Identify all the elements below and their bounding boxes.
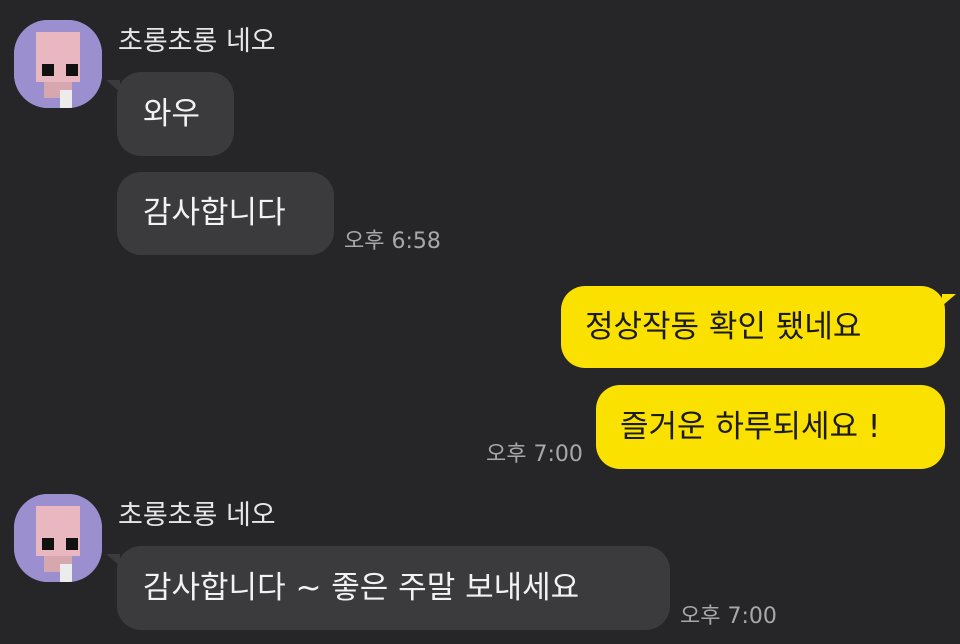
sender-avatar-icon[interactable] bbox=[14, 494, 102, 582]
message-bubble[interactable]: 정상작동 확인 됐네요 bbox=[561, 286, 956, 368]
message-bubble[interactable]: 감사합니다 bbox=[117, 172, 334, 255]
sender-name: 초롱초롱 네오 bbox=[118, 500, 276, 531]
sender-name: 초롱초롱 네오 bbox=[118, 26, 276, 57]
message-timestamp: 오후 7:00 bbox=[486, 442, 583, 467]
message-bubble[interactable]: 즐거운 하루되세요 ! bbox=[596, 385, 945, 469]
message-timestamp: 오후 7:00 bbox=[680, 604, 777, 629]
message-text: 와우 bbox=[143, 95, 201, 132]
message-timestamp: 오후 6:58 bbox=[344, 229, 441, 254]
message-text: 즐거운 하루되세요 ! bbox=[620, 408, 881, 445]
message-bubble[interactable]: 와우 bbox=[106, 72, 234, 156]
message-text: 정상작동 확인 됐네요 bbox=[585, 308, 862, 345]
message-text: 감사합니다 bbox=[143, 195, 286, 231]
message-text: 감사합니다 ~ 좋은 주말 보내세요 bbox=[143, 569, 580, 606]
sender-avatar-icon[interactable] bbox=[14, 20, 102, 108]
message-bubble[interactable]: 감사합니다 ~ 좋은 주말 보내세요 bbox=[106, 546, 670, 630]
